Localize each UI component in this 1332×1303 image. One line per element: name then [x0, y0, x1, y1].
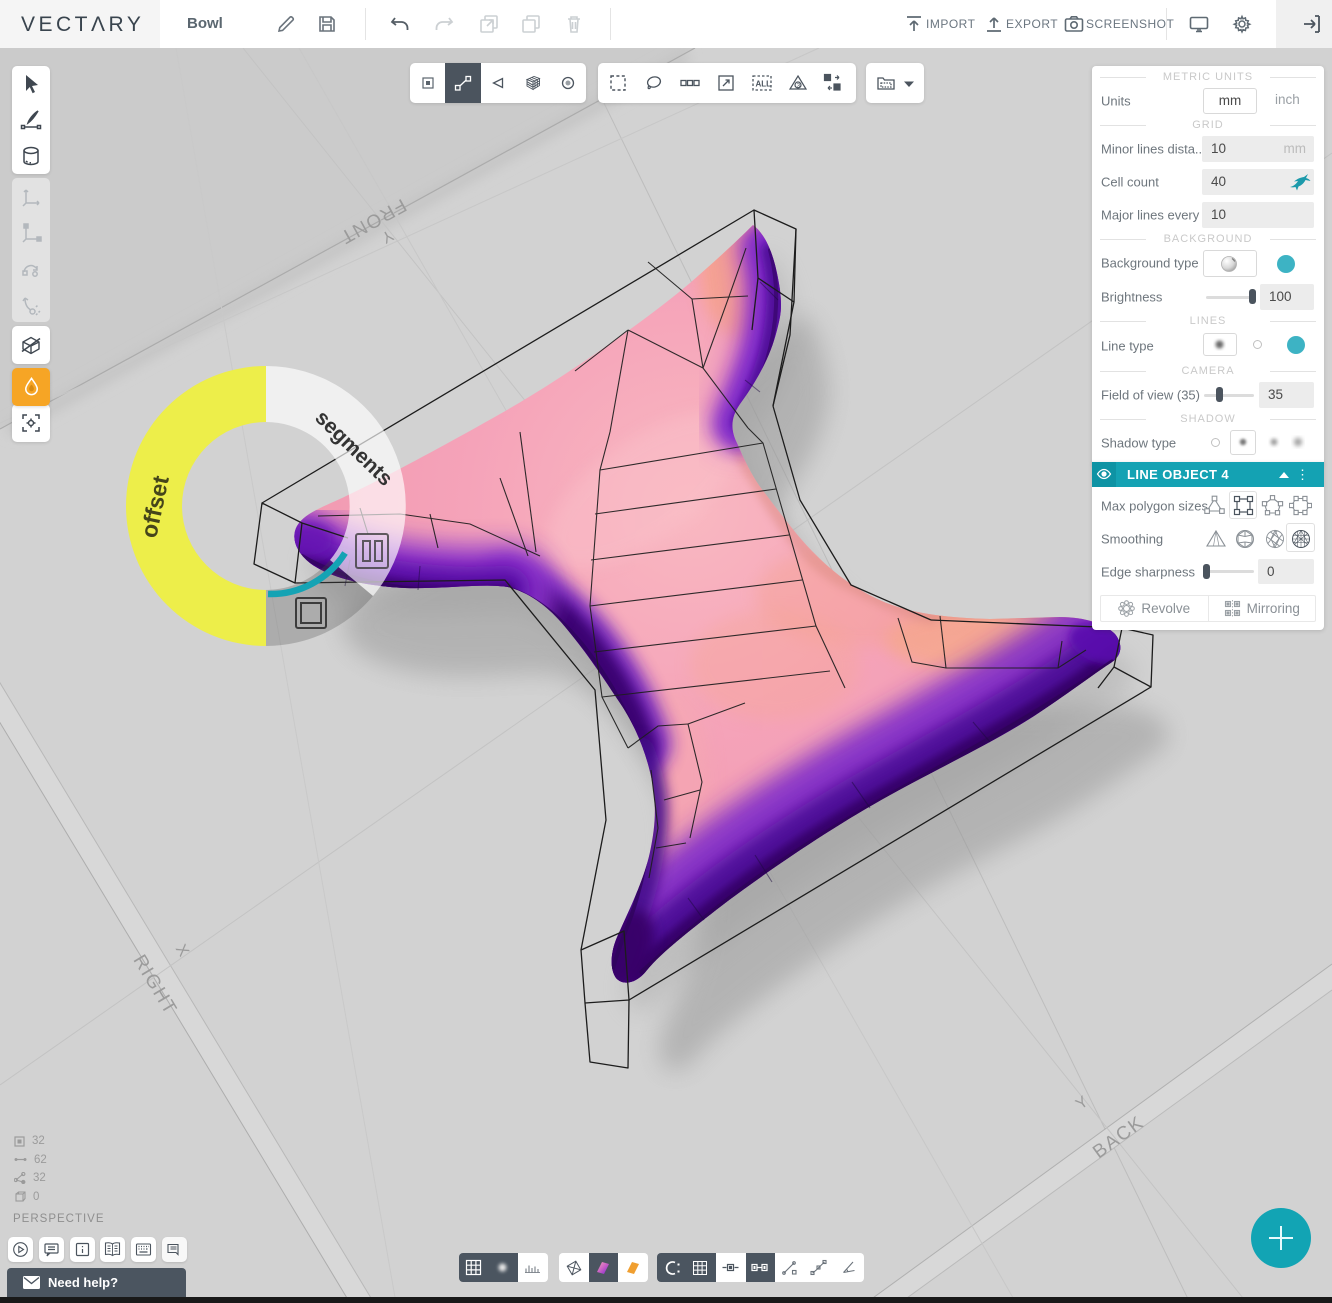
svg-text:ALL: ALL [756, 80, 772, 89]
svg-text:3: 3 [797, 83, 801, 90]
